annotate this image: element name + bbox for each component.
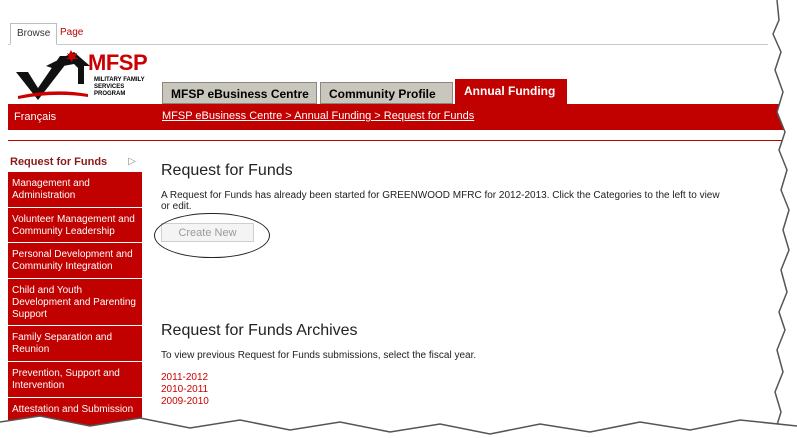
tab-community-profile[interactable]: Community Profile (320, 82, 453, 104)
status-message: A Request for Funds has already been sta… (161, 190, 720, 212)
sidebar-item-volunteer[interactable]: Volunteer Management and Community Leade… (8, 208, 142, 243)
ribbon-tab-browse[interactable]: Browse (10, 23, 58, 45)
tab-ebusiness-centre[interactable]: MFSP eBusiness Centre (162, 82, 317, 104)
logo-text: MFSP (88, 50, 148, 75)
sidebar-item-child-youth[interactable]: Child and Youth Development and Parentin… (8, 279, 142, 326)
ribbon-bar: Browse Page (8, 18, 768, 45)
house-check-logo-icon (16, 50, 90, 100)
year-link[interactable]: 2011-2012 (161, 372, 209, 384)
mfsp-logo[interactable]: MFSP MILITARY FAMILY SERVICES PROGRAM (14, 50, 154, 100)
red-nav-bar: Français MFSP eBusiness Centre > Annual … (8, 104, 788, 130)
year-link[interactable]: 2010-2011 (161, 384, 209, 396)
archives-title: Request for Funds Archives (161, 322, 358, 339)
sidebar: Request for Funds ▷ Management and Admin… (8, 152, 142, 428)
torn-edge-right (772, 0, 797, 438)
logo-program-text: MILITARY FAMILY SERVICES PROGRAM (94, 77, 145, 97)
sidebar-item-management[interactable]: Management and Administration (8, 172, 142, 208)
sidebar-item-prevention[interactable]: Prevention, Support and Intervention (8, 362, 142, 398)
divider (8, 140, 788, 141)
expand-arrow-icon[interactable]: ▷ (128, 152, 136, 172)
sidebar-item-family-separation[interactable]: Family Separation and Reunion (8, 326, 142, 362)
page-title: Request for Funds (161, 162, 293, 179)
screenshot-frame: Browse Page MFSP MILITARY FAMILY SERVICES… (0, 0, 797, 438)
ribbon-tab-page[interactable]: Page (54, 23, 89, 43)
breadcrumb[interactable]: MFSP eBusiness Centre > Annual Funding >… (162, 110, 474, 122)
highlight-circle (154, 213, 270, 258)
year-link[interactable]: 2009-2010 (161, 396, 209, 408)
sidebar-header[interactable]: Request for Funds ▷ (8, 152, 142, 172)
archives-message: To view previous Request for Funds submi… (161, 350, 477, 361)
sidebar-item-personal-development[interactable]: Personal Development and Community Integ… (8, 243, 142, 279)
fiscal-year-list: 2011-2012 2010-2011 2009-2010 (161, 372, 209, 408)
torn-edge-bottom (0, 415, 797, 438)
tab-annual-funding[interactable]: Annual Funding (455, 79, 567, 104)
language-link[interactable]: Français (14, 111, 56, 123)
